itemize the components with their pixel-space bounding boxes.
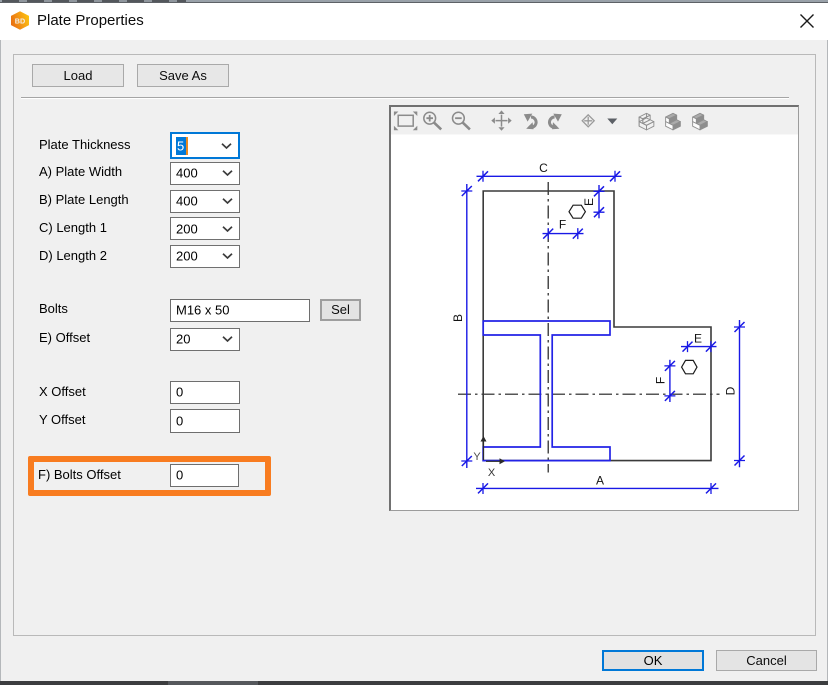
svg-text:X: X [488, 467, 496, 479]
svg-text:F: F [559, 217, 566, 231]
svg-text:F: F [654, 377, 668, 384]
svg-text:D: D [724, 386, 738, 395]
svg-text:A: A [596, 474, 604, 488]
svg-text:B: B [451, 314, 465, 322]
svg-text:E: E [582, 198, 596, 206]
svg-text:BD: BD [15, 17, 25, 26]
svg-text:E: E [694, 332, 702, 346]
svg-text:C: C [539, 161, 548, 175]
svg-text:Y: Y [473, 451, 481, 463]
